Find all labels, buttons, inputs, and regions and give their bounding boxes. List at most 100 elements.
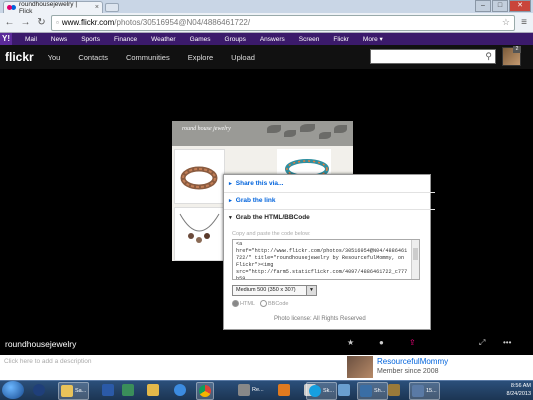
taskbar-media[interactable] [276, 382, 292, 398]
taskbar-group[interactable]: 15... [409, 382, 440, 400]
window-controls: – □ ✕ [475, 0, 531, 12]
taskbar-ie[interactable] [172, 382, 188, 398]
taskbar-skype[interactable]: Sk... [306, 382, 338, 400]
flickr-search-input[interactable]: ⚲ [370, 49, 496, 64]
taskbar-photo[interactable] [336, 382, 352, 398]
forward-arrow-icon[interactable]: → [19, 16, 32, 29]
new-tab-button[interactable] [105, 3, 119, 12]
chrome-icon [199, 385, 211, 397]
html-radio[interactable]: HTML [232, 300, 255, 307]
taskbar-label: Sa... [75, 388, 87, 394]
embed-code-textarea[interactable]: <a href="http://www.flickr.com/photos/30… [232, 239, 420, 280]
tab-close-icon[interactable]: × [95, 4, 99, 11]
favorite-star-icon[interactable]: ★ [347, 338, 354, 347]
yahoo-nav-weather[interactable]: Weather [151, 36, 175, 43]
taskbar-app-3[interactable] [386, 382, 402, 398]
yahoo-nav-groups[interactable]: Groups [225, 36, 246, 43]
search-icon[interactable]: ⚲ [485, 51, 492, 62]
leaf-decoration [284, 130, 296, 137]
app-icon [388, 384, 400, 396]
member-since: Member since 2008 [377, 368, 439, 375]
taskbar-app[interactable] [120, 382, 136, 398]
add-description-link[interactable]: Click here to add a description [4, 358, 91, 365]
close-window-button[interactable]: ✕ [509, 0, 531, 12]
photo-actions: ★ ● ⇪ ⤢ ••• [345, 338, 525, 350]
word-icon [102, 384, 114, 396]
page-icon: ▫ [56, 18, 59, 27]
browser-toolbar: ← → ↻ ▫ www.flickr.com /photos/30516954@… [0, 13, 533, 33]
flickr-nav-explore[interactable]: Explore [188, 53, 213, 62]
yahoo-nav-news[interactable]: News [51, 36, 67, 43]
notification-badge[interactable]: 2 [513, 46, 521, 53]
flickr-nav-you[interactable]: You [48, 53, 61, 62]
url-path: /photos/30516954@N04/4886461722/ [114, 18, 251, 27]
scrollbar-thumb[interactable] [413, 248, 418, 260]
yahoo-nav-games[interactable]: Games [190, 36, 211, 43]
yahoo-nav-mail[interactable]: Mail [25, 36, 37, 43]
play-icon [278, 384, 290, 396]
yahoo-logo-icon[interactable]: Y! [0, 33, 12, 45]
grab-link-section[interactable]: ▸ Grab the link [224, 192, 435, 210]
chevron-down-icon[interactable]: ▼ [306, 286, 316, 295]
leaf-decoration [334, 125, 347, 133]
fullscreen-icon[interactable]: ⤢ [479, 338, 485, 348]
leaf-decoration [300, 124, 315, 132]
flickr-nav-upload[interactable]: Upload [231, 53, 255, 62]
taskbar-chrome[interactable] [196, 382, 214, 400]
owner-name-link[interactable]: ResourcefulMommy [377, 357, 448, 366]
section-label: Share this via... [235, 180, 284, 187]
comment-icon[interactable]: ● [379, 338, 384, 347]
yahoo-nav-finance[interactable]: Finance [114, 36, 137, 43]
html-radio-label: HTML [240, 300, 255, 307]
yahoo-nav-more[interactable]: More ▾ [363, 35, 383, 43]
yahoo-nav-flickr[interactable]: Flickr [333, 36, 349, 43]
flickr-favicon-icon [7, 5, 12, 10]
bbcode-radio[interactable]: BBCode [259, 300, 288, 307]
photo-license[interactable]: Photo license: All Rights Reserved [274, 316, 366, 322]
share-via-section[interactable]: ▸ Share this via... [224, 175, 435, 193]
taskbar-word[interactable] [100, 382, 116, 398]
grab-html-section[interactable]: ▾ Grab the HTML/BBCode [224, 209, 435, 226]
taskbar-recorder[interactable]: Re... [236, 382, 266, 398]
reload-icon[interactable]: ↻ [35, 16, 48, 29]
size-select-value: Medium 500 (350 x 307) [236, 287, 296, 293]
collapse-arrow-icon: ▾ [229, 214, 232, 221]
bracelet-image [174, 149, 225, 204]
yahoo-nav-answers[interactable]: Answers [260, 36, 285, 43]
size-select[interactable]: Medium 500 (350 x 307) ▼ [232, 285, 317, 296]
start-button[interactable] [2, 381, 24, 399]
more-options-icon[interactable]: ••• [503, 338, 511, 347]
bracelet-illustration [180, 166, 218, 190]
expand-arrow-icon: ▸ [229, 180, 232, 187]
flickr-nav-contacts[interactable]: Contacts [78, 53, 108, 62]
share-dialog: ▸ Share this via... ▸ Grab the link ▾ Gr… [223, 174, 435, 330]
system-clock[interactable]: 8:56 AM 8/24/2013 [493, 382, 531, 398]
section-label: Grab the link [235, 197, 276, 204]
folder-icon [147, 384, 159, 396]
url-host: www.flickr.com [61, 18, 115, 27]
internet-explorer-icon [174, 384, 186, 396]
back-arrow-icon[interactable]: ← [3, 16, 16, 29]
minimize-button[interactable]: – [475, 0, 491, 12]
leaf-decoration [319, 132, 331, 139]
bookmark-star-icon[interactable]: ☆ [502, 17, 510, 28]
yahoo-nav-bar: Y! Mail News Sports Finance Weather Game… [0, 33, 533, 45]
maximize-button[interactable]: □ [492, 0, 508, 12]
code-scrollbar[interactable] [411, 240, 419, 279]
taskbar-explorer-window[interactable]: Sa... [58, 382, 90, 400]
chrome-menu-icon[interactable]: ≡ [518, 17, 530, 29]
section-label: Grab the HTML/BBCode [235, 214, 310, 221]
flickr-nav-communities[interactable]: Communities [126, 53, 170, 62]
owner-avatar[interactable] [347, 356, 373, 378]
browser-tab[interactable]: roundhousejewelry | Flick × [3, 1, 103, 15]
format-options: HTML BBCode [232, 300, 288, 307]
yahoo-nav-screen[interactable]: Screen [299, 36, 320, 43]
yahoo-nav-sports[interactable]: Sports [81, 36, 100, 43]
flickr-logo[interactable]: flickr [5, 50, 34, 64]
share-icon[interactable]: ⇪ [409, 338, 416, 347]
taskbar-folder[interactable] [145, 382, 161, 398]
taskbar-snagit[interactable]: Sh... [357, 382, 389, 400]
address-bar[interactable]: ▫ www.flickr.com /photos/30516954@N04/48… [51, 14, 515, 31]
radio-icon [232, 300, 239, 307]
taskbar-hp-app[interactable] [31, 382, 47, 398]
